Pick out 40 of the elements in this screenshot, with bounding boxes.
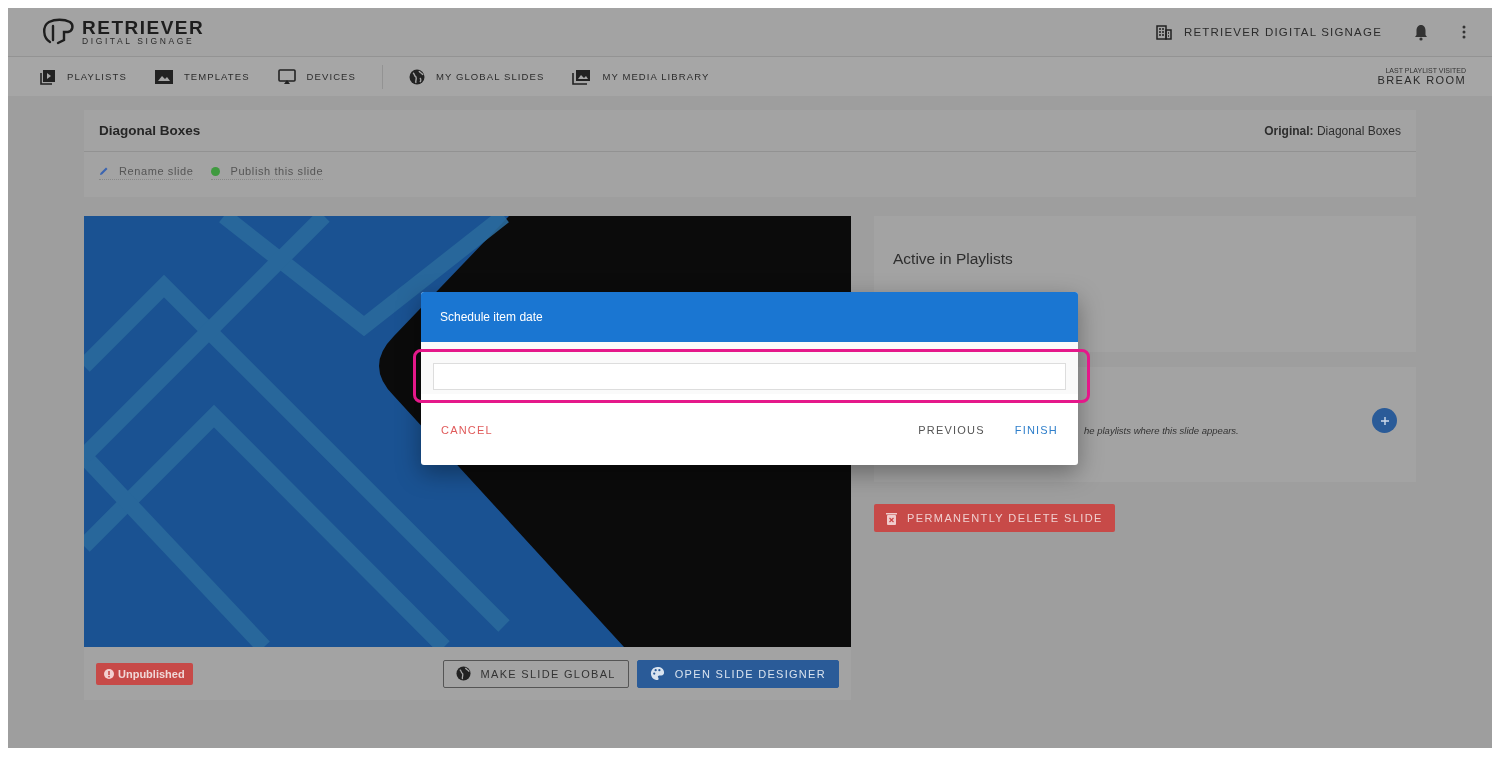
nav-link[interactable]: PLAYLISTS (40, 68, 127, 85)
palette-icon (649, 666, 665, 681)
slide-action-button[interactable]: OPEN SLIDE DESIGNER (636, 659, 839, 688)
image-stack-icon (572, 68, 592, 85)
dialog-button[interactable]: FINISH (1006, 417, 1066, 442)
nav-link[interactable]: MY GLOBAL SLIDES (409, 68, 545, 85)
globe-icon (455, 666, 471, 681)
dog-logo-icon (40, 18, 76, 46)
organization-name[interactable]: RETRIEVER DIGITAL SIGNAGE (1183, 26, 1382, 38)
logo-subtitle: DIGITAL SIGNAGE (82, 37, 196, 46)
nav-link[interactable]: TEMPLATES (154, 69, 250, 84)
card-title: Active in Playlists (893, 250, 1013, 267)
playlists-hint: he playlists where this slide appears. (1084, 425, 1239, 436)
unpublished-status-badge: Unpublished (96, 662, 193, 685)
notification-bell-icon[interactable] (1414, 23, 1428, 41)
globe-icon (409, 68, 425, 85)
original-template-label: Original: Diagonal Boxes (1264, 123, 1401, 138)
screen-icon (277, 68, 296, 85)
trash-icon (886, 511, 897, 525)
dialog-button[interactable]: CANCEL (433, 417, 501, 442)
dialog-button[interactable]: PREVIOUS (910, 417, 993, 442)
slide-action-button[interactable]: MAKE SLIDE GLOBAL (442, 659, 629, 688)
delete-slide-button[interactable]: PERMANENTLY DELETE SLIDE (874, 504, 1115, 532)
logo-name: RETRIEVER (82, 18, 205, 38)
date-input-field[interactable] (433, 363, 1066, 390)
last-playlist-link[interactable]: BREAK ROOM (1377, 74, 1466, 87)
image-icon (154, 69, 173, 84)
alert-icon (104, 668, 114, 679)
dialog-title: Schedule item date (440, 310, 543, 324)
pencil-icon (99, 166, 109, 176)
slide-title: Diagonal Boxes (99, 123, 201, 138)
nav-link[interactable]: DEVICES (277, 68, 356, 85)
add-button[interactable] (1372, 408, 1397, 433)
slide-action-link[interactable]: Rename slide (99, 165, 194, 180)
slide-action-link[interactable]: Publish this slide (211, 165, 324, 180)
play-stack-icon (40, 68, 56, 85)
plus-icon (1379, 415, 1390, 426)
more-menu-icon[interactable] (1462, 25, 1466, 39)
building-icon (1155, 24, 1172, 40)
nav-link[interactable]: MY MEDIA LIBRARY (572, 68, 710, 85)
